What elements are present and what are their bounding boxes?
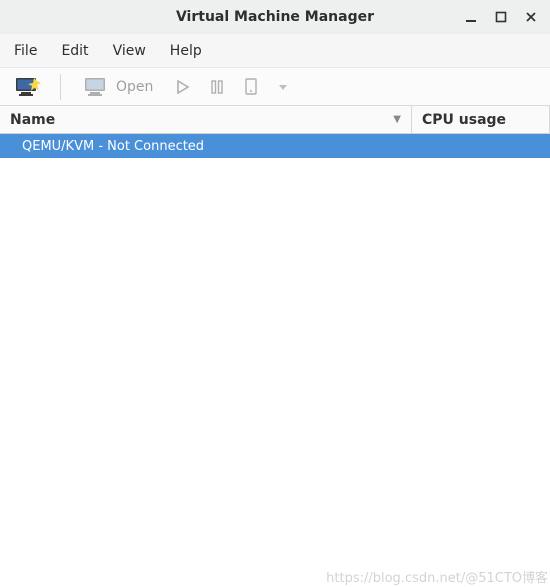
monitor-icon: [84, 77, 108, 97]
menu-edit[interactable]: Edit: [51, 37, 98, 65]
shutdown-menu-button[interactable]: [270, 72, 296, 102]
pause-icon: [209, 79, 225, 95]
monitor-new-icon: [15, 76, 41, 98]
menu-view[interactable]: View: [103, 37, 156, 65]
column-name[interactable]: Name ▼: [0, 106, 412, 133]
vm-connection-row[interactable]: QEMU/KVM - Not Connected: [0, 134, 550, 158]
toolbar-separator: [60, 74, 61, 100]
titlebar: Virtual Machine Manager: [0, 0, 550, 34]
maximize-button[interactable]: [492, 8, 510, 26]
open-vm-button[interactable]: Open: [73, 72, 164, 102]
run-button[interactable]: [168, 72, 198, 102]
column-name-label: Name: [10, 112, 55, 128]
close-button[interactable]: [522, 8, 540, 26]
menu-help[interactable]: Help: [160, 37, 212, 65]
open-button-label: Open: [116, 79, 153, 95]
sort-indicator-icon: ▼: [393, 114, 401, 125]
vm-list[interactable]: QEMU/KVM - Not Connected: [0, 134, 550, 587]
window-controls: [462, 0, 544, 34]
pause-button[interactable]: [202, 72, 232, 102]
column-headers: Name ▼ CPU usage: [0, 106, 550, 134]
vm-connection-label: QEMU/KVM - Not Connected: [22, 139, 204, 154]
column-cpu-label: CPU usage: [422, 112, 506, 128]
play-icon: [175, 79, 191, 95]
shutdown-button[interactable]: [236, 72, 266, 102]
menu-file[interactable]: File: [4, 37, 47, 65]
toolbar: Open: [0, 68, 550, 106]
menubar: File Edit View Help: [0, 34, 550, 68]
chevron-down-icon: [277, 81, 289, 93]
new-vm-button[interactable]: [8, 72, 48, 102]
shutdown-icon: [243, 78, 259, 96]
column-cpu-usage[interactable]: CPU usage: [412, 106, 550, 133]
minimize-button[interactable]: [462, 8, 480, 26]
